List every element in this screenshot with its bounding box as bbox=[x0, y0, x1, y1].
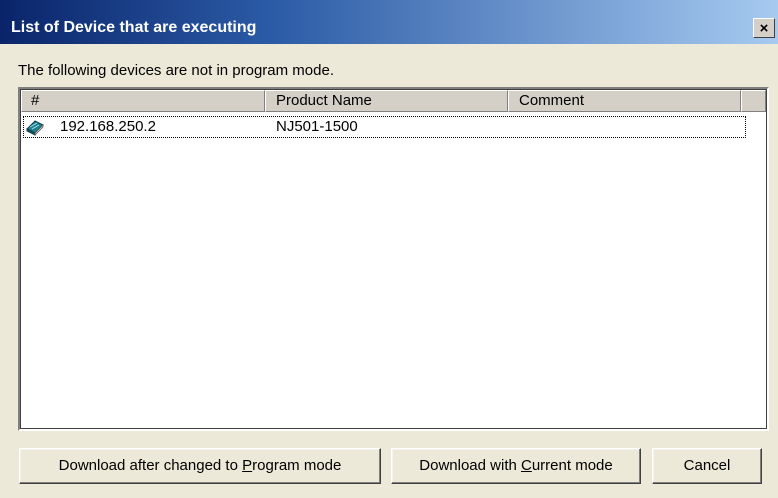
device-list[interactable]: # Product Name Comment 192.168.250.2 NJ5… bbox=[18, 87, 769, 431]
program-mode-label-accel: P bbox=[242, 457, 253, 474]
program-mode-label-before: Download after changed to bbox=[58, 457, 243, 474]
list-item[interactable]: 192.168.250.2 NJ501-1500 bbox=[23, 116, 746, 138]
device-address: 192.168.250.2 bbox=[60, 118, 156, 135]
close-icon: × bbox=[759, 19, 769, 37]
download-current-mode-button[interactable]: Download with Current mode bbox=[391, 448, 641, 484]
current-mode-label-before: Download with bbox=[419, 457, 521, 474]
device-product-name: NJ501-1500 bbox=[276, 118, 358, 135]
device-book-icon bbox=[25, 117, 45, 137]
current-mode-label-accel: C bbox=[521, 457, 532, 474]
current-mode-label-after: urrent mode bbox=[531, 457, 613, 474]
title-bar[interactable]: List of Device that are executing × bbox=[0, 0, 778, 44]
list-header: # Product Name Comment bbox=[21, 90, 766, 112]
column-header-product-name[interactable]: Product Name bbox=[265, 90, 508, 112]
cancel-button[interactable]: Cancel bbox=[652, 448, 762, 484]
dialog-title: List of Device that are executing bbox=[11, 19, 257, 36]
program-mode-label-after: rogram mode bbox=[252, 457, 342, 474]
column-header-number[interactable]: # bbox=[21, 90, 265, 112]
column-header-filler bbox=[741, 90, 766, 112]
device-list-dialog: List of Device that are executing × The … bbox=[0, 0, 778, 498]
download-program-mode-button[interactable]: Download after changed to Program mode bbox=[19, 448, 381, 484]
close-button[interactable]: × bbox=[753, 18, 775, 38]
status-message: The following devices are not in program… bbox=[18, 62, 334, 79]
column-header-comment[interactable]: Comment bbox=[508, 90, 741, 112]
